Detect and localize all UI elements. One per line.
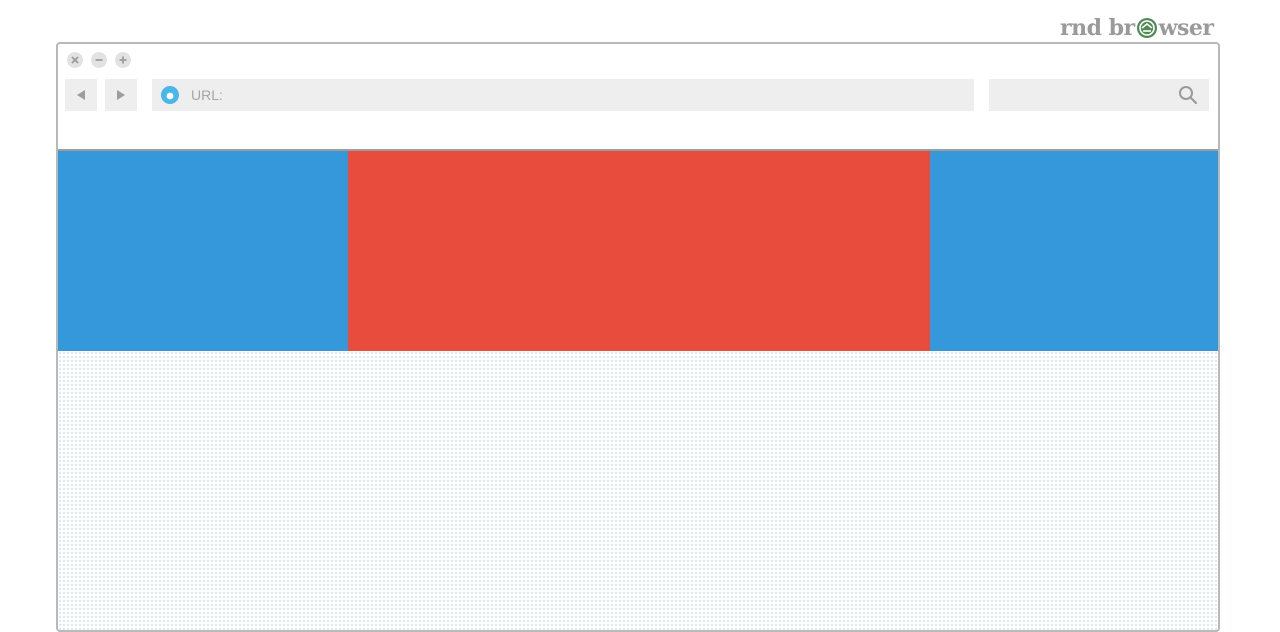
back-arrow-icon (77, 90, 85, 100)
hero-banner (58, 151, 1218, 351)
back-button[interactable] (65, 79, 97, 111)
forward-button[interactable] (105, 79, 137, 111)
hero-block-center (348, 151, 930, 351)
hero-block-right (930, 151, 1218, 351)
search-input[interactable] (989, 79, 1209, 111)
close-icon (71, 56, 79, 64)
forward-arrow-icon (117, 90, 125, 100)
hero-block-left (58, 151, 348, 351)
search-icon[interactable] (1178, 85, 1198, 105)
globe-icon (161, 86, 179, 104)
brand-text-start: rnd br (1060, 15, 1135, 41)
maximize-icon (119, 56, 127, 64)
maximize-button[interactable] (115, 52, 131, 68)
close-button[interactable] (67, 52, 83, 68)
window-controls (67, 52, 131, 68)
page-viewport (58, 151, 1218, 630)
browser-window: URL: (56, 42, 1220, 632)
address-bar[interactable]: URL: (152, 79, 974, 111)
minimize-button[interactable] (91, 52, 107, 68)
brand-text-end: wser (1158, 15, 1214, 41)
minimize-icon (95, 59, 103, 61)
page-body-pattern (58, 351, 1218, 630)
rnd-logo-icon (1136, 18, 1157, 38)
url-label: URL: (191, 87, 223, 103)
brand-logo: rnd br wser (1060, 14, 1214, 42)
